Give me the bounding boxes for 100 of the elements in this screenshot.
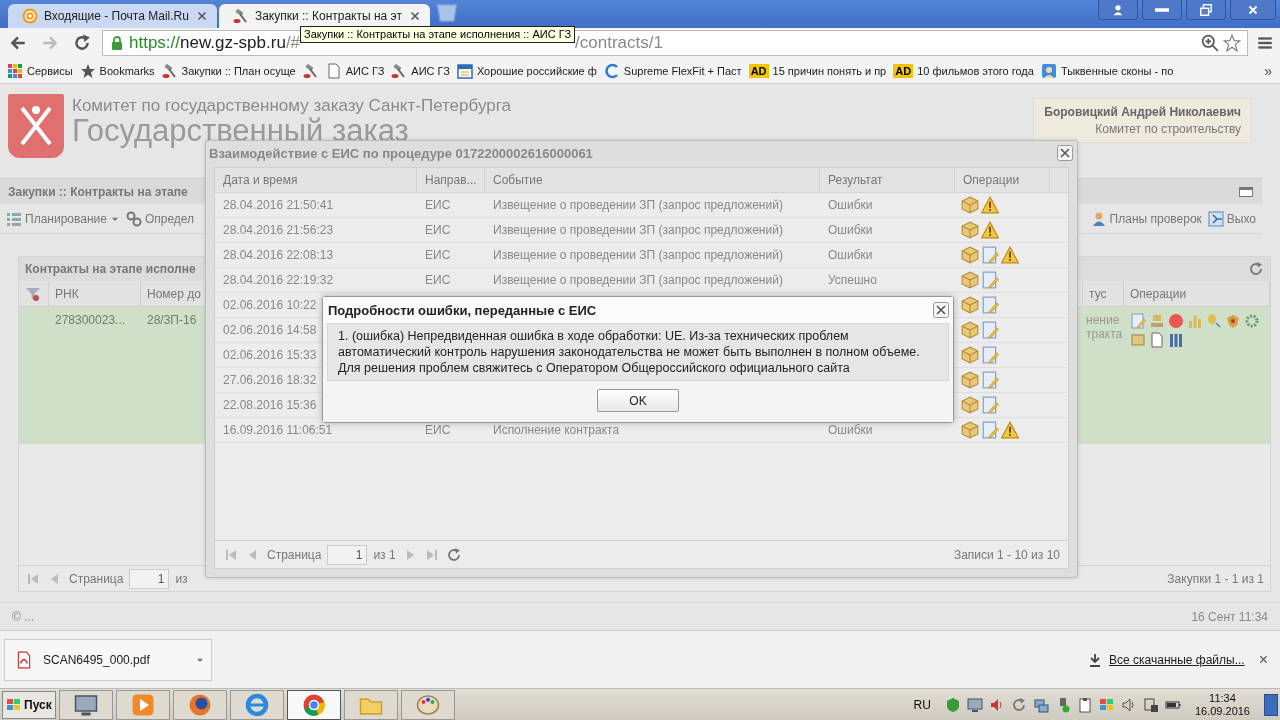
ring-icon [603,62,620,79]
taskbar-app[interactable] [287,689,341,720]
eagle-emblem-icon[interactable] [1225,313,1241,329]
gavel-icon [161,62,178,79]
minimize-button[interactable] [1142,0,1182,20]
column-header[interactable]: Событие [485,168,820,192]
column-header[interactable]: тус [1082,281,1124,306]
package-icon[interactable] [961,296,979,314]
toolbar-button[interactable]: Планы проверок [1090,210,1202,227]
column-header[interactable]: Результат [820,168,955,192]
bookmark[interactable]: Тыквенные сконы - по [1037,60,1177,81]
warning-icon[interactable] [1001,421,1019,439]
scroll-icon[interactable] [1130,332,1146,348]
package-icon[interactable] [961,421,979,439]
speaker-icon[interactable] [1120,696,1137,713]
column-header[interactable]: Дата и время [215,168,417,192]
bookmark[interactable]: AD 10 фильмов этого года [890,61,1037,80]
reload-icon[interactable] [73,34,91,52]
warning-icon[interactable] [981,196,999,214]
package-icon[interactable] [961,271,979,289]
restore-button[interactable] [1186,0,1226,20]
shield-icon[interactable] [944,696,961,713]
package-icon[interactable] [961,196,979,214]
windows-flag-icon [6,696,22,713]
browser-tab[interactable]: Входящие - Почта Mail.Ru [8,4,217,28]
table-cell-text: 28/3П-16 [146,312,198,329]
close-downloads-button[interactable]: × [1258,650,1268,669]
round-logo-icon [302,692,326,717]
clipboard-icon[interactable] [1076,696,1093,713]
table-cell: Ошибки [828,223,873,237]
refresh-icon[interactable] [445,546,462,563]
taskbar-app[interactable] [59,689,113,720]
bookmark[interactable]: Хорошие российские ф [453,60,600,81]
table-cell: Извещение о проведении ЗП (запрос предложений) [493,198,783,212]
status-text: нение [1086,313,1121,327]
package-icon[interactable] [961,221,979,239]
clock[interactable]: 11:34 16.09.2016 [1186,691,1258,718]
star-icon[interactable] [1223,34,1241,52]
gear-icon[interactable] [1244,313,1260,329]
url-text: /contracts/1 [575,33,663,52]
stamp-icon[interactable] [1149,313,1165,329]
record-icon[interactable] [1168,313,1184,329]
column-header[interactable]: Направ... [417,168,485,192]
new-tab-icon[interactable] [435,2,458,24]
all-downloads-link[interactable]: Все скачанные файлы... [1087,651,1245,668]
bookmark[interactable]: АИС ГЗ [388,60,453,81]
package-icon[interactable] [961,321,979,339]
package-icon[interactable] [961,346,979,364]
browser-tab[interactable]: Закупки :: Контракты на эт [218,4,430,28]
bookmark[interactable]: Закупки :: План осуще [158,60,299,81]
document-edit-icon[interactable] [981,321,999,339]
forward-icon[interactable] [41,34,59,52]
more-bookmarks-button[interactable]: » [1260,62,1276,79]
package-icon[interactable] [961,371,979,389]
page-icon [325,62,342,79]
page-icon[interactable] [1149,332,1165,348]
download-item[interactable]: SCAN6495_000.pdf [4,638,212,681]
bookmark[interactable]: Supreme FlexFit + Паст [600,60,745,81]
warning-icon[interactable] [1001,246,1019,264]
package-icon[interactable] [961,246,979,264]
document-edit-icon[interactable] [981,271,999,289]
books-icon[interactable] [1168,332,1184,348]
column-header[interactable]: Операции [955,168,1050,192]
menu-icon[interactable] [1256,34,1274,52]
refresh-icon[interactable] [1248,261,1264,277]
profile-button[interactable] [1098,0,1138,20]
back-icon[interactable] [9,34,27,52]
table-cell: ЕИС [425,273,451,287]
column-header[interactable]: Операции [1124,281,1270,306]
document-edit-icon[interactable] [981,396,999,414]
bookmark[interactable]: AD 15 причин понять и пр [745,61,890,80]
document-edit-icon[interactable] [981,346,999,364]
document-edit-icon[interactable] [981,371,999,389]
windows-flag-icon[interactable] [1098,696,1115,713]
taskbar-app[interactable] [173,689,227,720]
close-icon[interactable] [1057,145,1073,161]
document-edit-icon[interactable] [981,296,999,314]
table-cell: 02.06.2016 14:58 [223,323,317,337]
zoom-icon[interactable] [1201,34,1219,52]
toolbar-button[interactable]: Планирование [6,210,120,227]
page-number-field[interactable]: 1 [327,544,368,565]
warning-icon[interactable] [981,221,999,239]
close-icon[interactable] [933,302,949,318]
page-number-field[interactable]: 1 [129,568,170,589]
network-icon[interactable] [1032,696,1049,713]
package-icon[interactable] [961,396,979,414]
show-desktop-button[interactable] [1264,693,1278,716]
language-indicator[interactable]: RU [913,697,939,712]
toolbar-button[interactable]: Выхо [1207,210,1256,227]
toolbar-button[interactable]: Определ [125,210,195,227]
bookmark[interactable]: АИС ГЗ [322,60,388,81]
refresh-icon[interactable] [1010,696,1027,713]
document-edit-icon[interactable] [1130,313,1146,329]
close-window-button[interactable] [1230,0,1276,20]
start-button[interactable]: Пуск [2,690,56,719]
ok-button[interactable]: OK [597,389,679,412]
device-icon[interactable] [1142,696,1159,713]
bookmark[interactable]: Bookmarks [76,60,158,81]
monitor-icon[interactable] [966,696,983,713]
bookmark[interactable]: Сервисы [4,60,76,81]
